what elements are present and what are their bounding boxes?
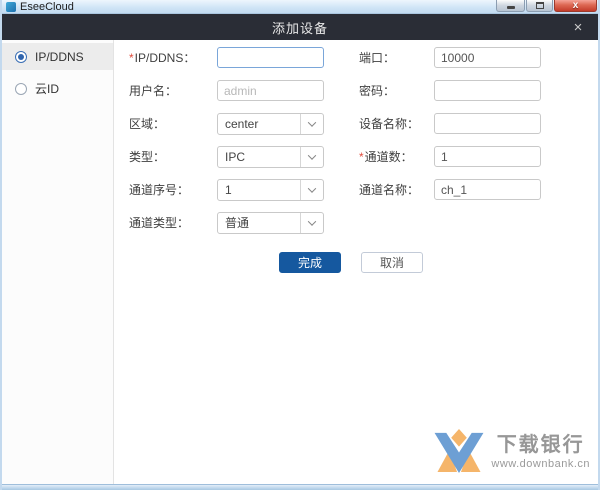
type-select[interactable]: IPC [217, 145, 324, 168]
os-titlebar: EseeCloud x [2, 0, 598, 14]
window-title: EseeCloud [20, 0, 74, 13]
channel-index-select[interactable]: 1 [217, 178, 324, 201]
form-row: 区域： center 设备名称： [129, 112, 598, 135]
chevron-down-icon[interactable] [300, 179, 323, 200]
dialog-body: IP/DDNS 云ID *IP/DDNS： 端口： 用户名： 密码： [2, 40, 598, 484]
dialog-header: 添加设备 × [2, 14, 598, 40]
device-name-input[interactable] [434, 113, 541, 134]
dialog-close-button[interactable]: × [568, 14, 588, 40]
field-label: 通道名称： [359, 183, 420, 197]
window-bottom-border [2, 484, 598, 490]
form-row: 通道类型： 普通 [129, 211, 598, 234]
chevron-down-icon[interactable] [300, 146, 323, 167]
required-marker: * [129, 50, 134, 65]
dialog-title: 添加设备 [271, 20, 328, 36]
sidebar-item-label: IP/DDNS [35, 49, 84, 64]
cancel-button[interactable]: 取消 [361, 252, 423, 273]
watermark-url: www.downbank.cn [491, 457, 590, 470]
sidebar-item-ipddns[interactable]: IP/DDNS [2, 43, 113, 70]
form-row: 用户名： 密码： [129, 80, 598, 101]
watermark-text: 下载银行 www.downbank.cn [491, 434, 590, 470]
add-device-form: *IP/DDNS： 端口： 用户名： 密码： 区域： center 设备名称： [114, 40, 598, 484]
field-label: * 通道数： [359, 149, 413, 165]
field-label: 设备名称： [359, 117, 420, 131]
window-controls: x [495, 0, 597, 12]
required-marker: * [359, 149, 364, 164]
downbank-logo-icon [434, 429, 484, 474]
form-buttons: 完成 取消 [279, 252, 598, 273]
radio-selected-icon[interactable] [15, 50, 27, 63]
window-close-button[interactable]: x [554, 0, 597, 12]
watermark-name: 下载银行 [496, 433, 585, 456]
channel-name-input[interactable] [434, 179, 541, 200]
username-input[interactable] [217, 80, 324, 101]
finish-button[interactable]: 完成 [279, 252, 341, 273]
field-label: * IP/DDNS： [129, 50, 196, 66]
chevron-down-icon[interactable] [300, 212, 323, 233]
minimize-icon [506, 5, 515, 9]
field-label: 通道序号： [129, 183, 190, 197]
field-label: 区域： [129, 117, 166, 131]
field-label: 端口： [359, 51, 396, 65]
port-input[interactable] [434, 47, 541, 68]
sidebar-item-label: 云ID [35, 82, 60, 96]
field-label: 密码： [359, 84, 396, 98]
channel-type-select[interactable]: 普通 [217, 211, 324, 234]
minimize-button[interactable] [496, 0, 525, 12]
maximize-button[interactable] [526, 0, 553, 12]
maximize-icon [535, 2, 544, 9]
form-row: 类型： IPC * 通道数： [129, 145, 598, 168]
region-select[interactable]: center [217, 112, 324, 135]
app-icon [6, 1, 16, 12]
form-row: * IP/DDNS： 端口： [129, 47, 598, 68]
channel-count-input[interactable] [434, 146, 541, 167]
sidebar: IP/DDNS 云ID [2, 40, 114, 484]
radio-unselected-icon[interactable] [15, 82, 27, 95]
app-window: EseeCloud x 添加设备 × IP/DDNS 云ID * IP/DDNS… [0, 0, 600, 490]
sidebar-item-cloudid[interactable]: 云ID [2, 75, 113, 102]
field-label: 通道类型： [129, 216, 190, 230]
form-row: 通道序号： 1 通道名称： [129, 178, 598, 201]
field-label: 用户名： [129, 84, 178, 98]
field-label: 类型： [129, 150, 166, 164]
close-icon: x [572, 0, 579, 11]
password-input[interactable] [434, 80, 541, 101]
ip-ddns-input[interactable] [217, 47, 324, 68]
chevron-down-icon[interactable] [300, 113, 323, 134]
watermark: 下载银行 www.downbank.cn [433, 429, 590, 474]
